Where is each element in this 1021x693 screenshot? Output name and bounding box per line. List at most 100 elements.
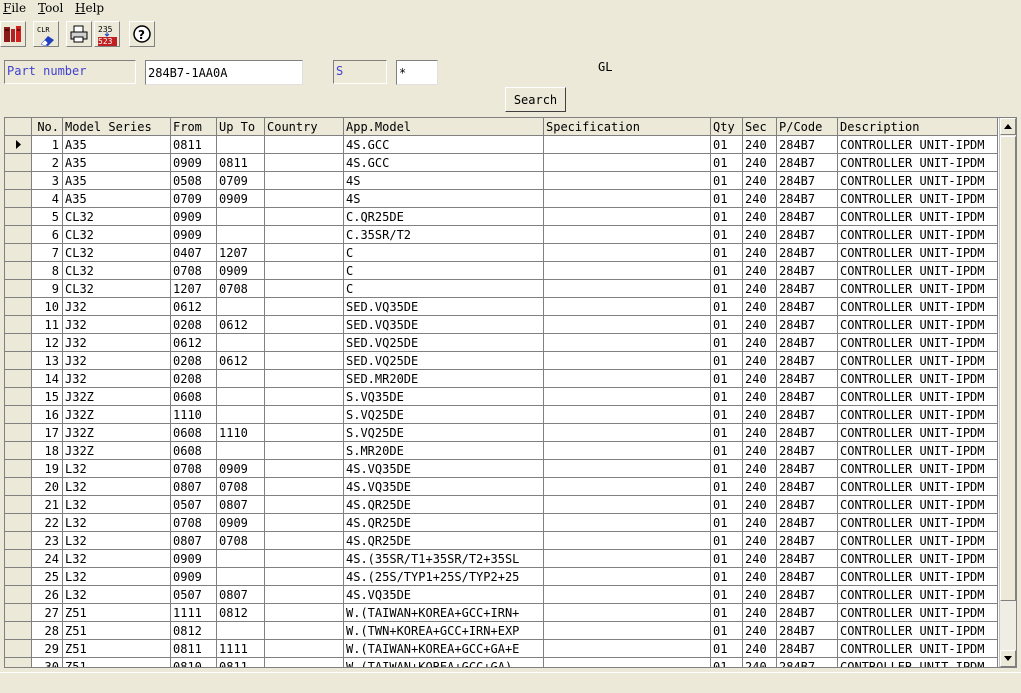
cell-from: 0909 — [171, 226, 217, 244]
row-selector[interactable] — [5, 208, 32, 226]
column-header-specification[interactable]: Specification — [544, 118, 711, 136]
row-selector[interactable] — [5, 334, 32, 352]
column-header-country[interactable]: Country — [265, 118, 344, 136]
clear-button[interactable]: CLR — [33, 21, 59, 47]
cell-specification — [544, 514, 711, 532]
table-row[interactable]: 12 J32 0612 SED.VQ25DE 01 240 284B7 CONTROLLER … — [5, 334, 998, 352]
table-row[interactable]: 14 J32 0208 SED.MR20DE 01 240 284B7 CONTROLLER … — [5, 370, 998, 388]
row-selector[interactable] — [5, 604, 32, 622]
table-row[interactable]: 3 A35 0508 0709 4S 01 240 284B7 CONTROLLER UNIT-… — [5, 172, 998, 190]
table-row[interactable]: 27 Z51 1111 0812 W.(TAIWAN+KOREA+GCC+IRN+ 01 2… — [5, 604, 998, 622]
cell-p-code: 284B7 — [777, 316, 838, 334]
cell-p-code: 284B7 — [777, 388, 838, 406]
search-button[interactable]: Search — [505, 87, 566, 112]
row-selector[interactable] — [5, 532, 32, 550]
table-row[interactable]: 18 J32Z 0608 S.MR20DE 01 240 284B7 CONTROLLER U… — [5, 442, 998, 460]
table-row[interactable]: 13 J32 0208 0612 SED.VQ25DE 01 240 284B7 CONTROL… — [5, 352, 998, 370]
column-header-model-series[interactable]: Model Series — [63, 118, 171, 136]
row-selector[interactable] — [5, 460, 32, 478]
row-selector[interactable] — [5, 478, 32, 496]
table-row[interactable]: 6 CL32 0909 C.35SR/T2 01 240 284B7 CONTROLLER U… — [5, 226, 998, 244]
table-row[interactable]: 25 L32 0909 4S.(25S/TYP1+25S/TYP2+25 01 240 28… — [5, 568, 998, 586]
row-selector[interactable] — [5, 640, 32, 658]
cell-p-code: 284B7 — [777, 424, 838, 442]
help-button[interactable]: ? — [129, 21, 155, 47]
cell-model-series: L32 — [63, 550, 171, 568]
row-selector[interactable] — [5, 172, 32, 190]
convert-icon-top-text: 235 — [98, 25, 113, 34]
column-header-no[interactable]: No. — [32, 118, 63, 136]
table-row[interactable]: 26 L32 0507 0807 4S.VQ35DE 01 240 284B7 CONTROLL… — [5, 586, 998, 604]
table-row[interactable]: 24 L32 0909 4S.(35SR/T1+35SR/T2+35SL 01 240 28… — [5, 550, 998, 568]
row-selector[interactable] — [5, 226, 32, 244]
cell-sec: 240 — [743, 244, 777, 262]
table-row[interactable]: 22 L32 0708 0909 4S.QR25DE 01 240 284B7 CONTROLL… — [5, 514, 998, 532]
table-row[interactable]: 23 L32 0807 0708 4S.QR25DE 01 240 284B7 CONTROLL… — [5, 532, 998, 550]
table-row[interactable]: 7 CL32 0407 1207 C 01 240 284B7 CONTROLLER UNIT-… — [5, 244, 998, 262]
table-row[interactable]: 19 L32 0708 0909 4S.VQ35DE 01 240 284B7 CONTROLL… — [5, 460, 998, 478]
column-header-app-model[interactable]: App.Model — [344, 118, 544, 136]
row-selector[interactable] — [5, 568, 32, 586]
cell-sec: 240 — [743, 640, 777, 658]
table-row[interactable]: 15 J32Z 0608 S.VQ35DE 01 240 284B7 CONTROLLER U… — [5, 388, 998, 406]
row-selector[interactable] — [5, 316, 32, 334]
column-header-qty[interactable]: Qty — [711, 118, 743, 136]
table-row[interactable]: 9 CL32 1207 0708 C 01 240 284B7 CONTROLLER UNIT-… — [5, 280, 998, 298]
column-header-from[interactable]: From — [171, 118, 217, 136]
cell-no: 9 — [32, 280, 63, 298]
table-row[interactable]: 10 J32 0612 SED.VQ35DE 01 240 284B7 CONTROLLER … — [5, 298, 998, 316]
mode-field[interactable]: S — [333, 60, 387, 84]
row-selector[interactable] — [5, 442, 32, 460]
scroll-down-button[interactable] — [1000, 650, 1016, 667]
row-selector[interactable] — [5, 496, 32, 514]
row-selector[interactable] — [5, 370, 32, 388]
table-row[interactable]: 11 J32 0208 0612 SED.VQ35DE 01 240 284B7 CONTROL… — [5, 316, 998, 334]
menu-help[interactable]: Help — [75, 1, 104, 15]
table-row[interactable]: 8 CL32 0708 0909 C 01 240 284B7 CONTROLLER UNIT-… — [5, 262, 998, 280]
row-selector[interactable] — [5, 352, 32, 370]
row-selector[interactable] — [5, 262, 32, 280]
column-header-p-code[interactable]: P/Code — [777, 118, 838, 136]
row-selector[interactable] — [5, 550, 32, 568]
row-selector[interactable] — [5, 424, 32, 442]
row-selector[interactable] — [5, 244, 32, 262]
cell-model-series: L32 — [63, 586, 171, 604]
row-selector[interactable] — [5, 658, 32, 667]
scroll-up-button[interactable] — [1000, 118, 1016, 135]
table-row[interactable]: 17 J32Z 0608 1110 S.VQ25DE 01 240 284B7 CONTROLL… — [5, 424, 998, 442]
table-row[interactable]: 30 Z51 0810 0811 W.(TAIWAN+KOREA+GCC+GA) 01 24… — [5, 658, 998, 667]
row-selector[interactable] — [5, 298, 32, 316]
menu-tool[interactable]: Tool — [38, 1, 63, 15]
table-row[interactable]: 21 L32 0507 0807 4S.QR25DE 01 240 284B7 CONTROLL… — [5, 496, 998, 514]
table-row[interactable]: 29 Z51 0811 1111 W.(TAIWAN+KOREA+GCC+GA+E 01 2… — [5, 640, 998, 658]
table-row[interactable]: 2 A35 0909 0811 4S.GCC 01 240 284B7 CONTROLLER U… — [5, 154, 998, 172]
parts-catalog-button[interactable] — [0, 21, 26, 47]
menu-file[interactable]: File — [3, 1, 26, 15]
row-selector[interactable] — [5, 136, 32, 154]
row-selector[interactable] — [5, 190, 32, 208]
convert-numbers-button[interactable]: 235 523 — [94, 21, 120, 47]
table-row[interactable]: 20 L32 0807 0708 4S.VQ35DE 01 240 284B7 CONTROLL… — [5, 478, 998, 496]
part-number-input[interactable] — [145, 60, 303, 85]
print-button[interactable] — [66, 21, 92, 47]
table-row[interactable]: 16 J32Z 1110 S.VQ25DE 01 240 284B7 CONTROLLER U… — [5, 406, 998, 424]
table-row[interactable]: 28 Z51 0812 W.(TWN+KOREA+GCC+IRN+EXP 01 240 28… — [5, 622, 998, 640]
row-selector[interactable] — [5, 622, 32, 640]
wildcard-input[interactable] — [396, 60, 438, 85]
cell-p-code: 284B7 — [777, 370, 838, 388]
cell-no: 16 — [32, 406, 63, 424]
row-selector[interactable] — [5, 406, 32, 424]
row-selector[interactable] — [5, 586, 32, 604]
row-selector[interactable] — [5, 280, 32, 298]
scroll-thumb[interactable] — [1000, 136, 1016, 601]
table-row[interactable]: 1 A35 0811 4S.GCC 01 240 284B7 CONTROLLER UNIT-… — [5, 136, 998, 154]
row-selector[interactable] — [5, 154, 32, 172]
column-header-up-to[interactable]: Up To — [217, 118, 265, 136]
table-row[interactable]: 5 CL32 0909 C.QR25DE 01 240 284B7 CONTROLLER UN… — [5, 208, 998, 226]
vertical-scrollbar[interactable] — [999, 118, 1016, 667]
table-row[interactable]: 4 A35 0709 0909 4S 01 240 284B7 CONTROLLER UNIT-… — [5, 190, 998, 208]
row-selector[interactable] — [5, 388, 32, 406]
row-selector[interactable] — [5, 514, 32, 532]
column-header-sec[interactable]: Sec — [743, 118, 777, 136]
column-header-description[interactable]: Description — [838, 118, 998, 136]
